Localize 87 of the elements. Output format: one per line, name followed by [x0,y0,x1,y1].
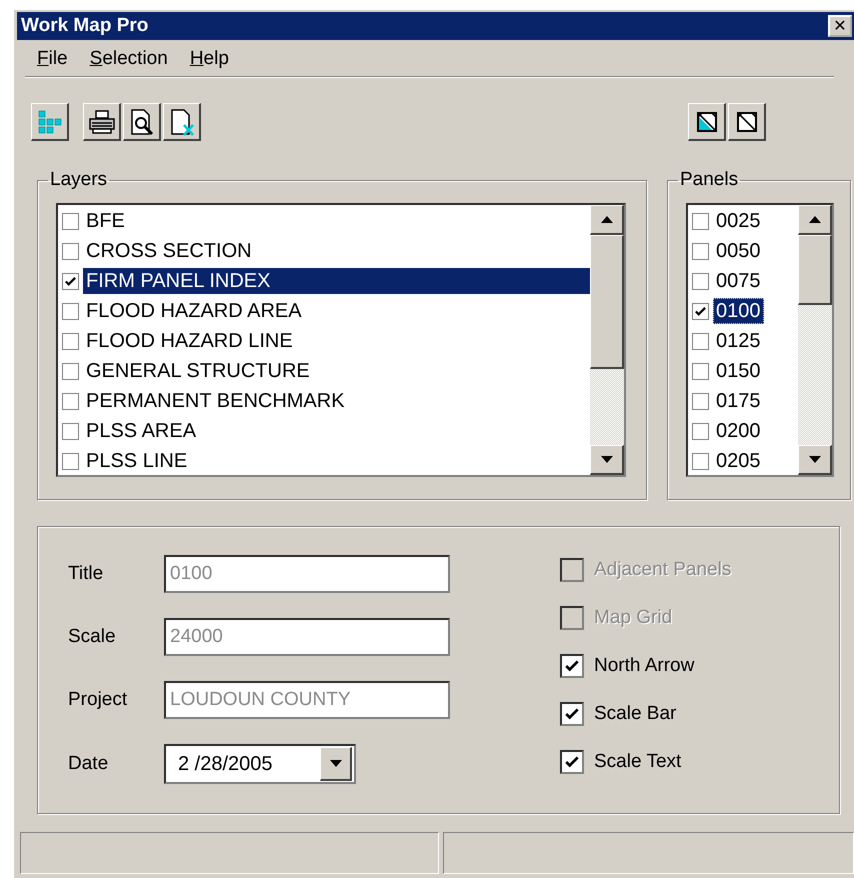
check-icon [564,706,580,722]
page-delete-icon [168,108,194,136]
field-label: Scale [68,626,117,648]
scroll-up-button[interactable] [590,205,624,235]
toolbar-button[interactable] [83,103,121,141]
list-item[interactable]: GENERAL STRUCTURE [83,358,590,384]
field-label: Project [68,689,128,711]
menu-item[interactable]: File [37,48,68,70]
close-button[interactable]: ✕ [828,15,852,37]
list-item[interactable]: 0100 [713,298,764,324]
up-arrow-icon [808,216,820,223]
scrollbar[interactable] [590,205,624,475]
check-icon [564,658,580,674]
checkbox[interactable] [62,362,79,380]
checkbox[interactable] [62,452,79,470]
down-arrow-icon [330,760,342,767]
checkbox[interactable] [692,392,709,410]
list-item[interactable]: PLSS AREA [83,418,590,444]
checkbox[interactable] [62,302,79,320]
checkbox[interactable] [62,212,79,230]
list-item[interactable]: 0150 [713,358,764,384]
toolbar-button[interactable] [31,103,69,141]
checkbox[interactable] [692,272,709,290]
print-preview-icon [128,108,154,136]
checkbox[interactable] [692,302,709,320]
checkbox[interactable] [692,362,709,380]
checkbox[interactable] [62,332,79,350]
toolbar-button[interactable] [688,103,726,141]
group-title: Layers [49,169,108,191]
checkbox-label: Scale Bar [594,703,676,725]
checkbox[interactable] [692,452,709,470]
checkbox[interactable] [560,654,584,678]
list-item[interactable]: PERMANENT BENCHMARK [83,388,590,414]
list-item[interactable]: 0205 [713,448,764,474]
dropdown-button[interactable] [320,747,352,781]
checkbox[interactable] [560,750,584,774]
scroll-thumb[interactable] [590,235,624,369]
diagonal-square-icon [736,110,758,132]
list-item[interactable]: CROSS SECTION [83,238,590,264]
checkbox-label: Adjacent Panels [594,559,732,581]
list-item[interactable]: 0175 [713,388,764,414]
checkbox-label: Scale Text [594,751,682,773]
menu-item[interactable]: Selection [90,48,168,70]
list-item[interactable]: 0025 [713,208,764,234]
checkbox[interactable] [692,212,709,230]
down-arrow-icon [600,456,612,463]
checkbox-label: Map Grid [594,607,672,629]
list-item[interactable]: PLSS LINE [83,448,590,474]
checkbox-label: North Arrow [594,655,694,677]
field-label: Date [68,753,110,775]
checkbox[interactable] [692,332,709,350]
list-item[interactable]: 0125 [713,328,764,354]
checkbox[interactable] [560,702,584,726]
checkbox[interactable] [62,242,79,260]
check-icon [64,274,77,288]
check-icon [564,754,580,770]
menu-item[interactable]: Help [190,48,229,70]
group-title: Panels [679,169,740,191]
date-picker[interactable]: 2 /28/2005 [164,744,356,784]
scroll-up-button[interactable] [798,205,832,235]
checkbox[interactable] [692,242,709,260]
scrollbar[interactable] [798,205,832,475]
list-item[interactable]: 0075 [713,268,764,294]
list-item[interactable]: 0050 [713,238,764,264]
toolbar-button[interactable] [728,103,766,141]
checkbox[interactable] [692,422,709,440]
window-title: Work Map Pro [21,15,148,37]
list-item[interactable]: BFE [83,208,590,234]
diagonal-square-icon [696,110,718,132]
printer-icon [88,108,116,134]
list-item[interactable]: 0200 [713,418,764,444]
field-label: Title [68,563,104,585]
checkbox[interactable] [62,272,79,290]
up-arrow-icon [600,216,612,223]
grid-icon [36,110,62,134]
list-item[interactable]: FIRM PANEL INDEX [83,268,590,294]
list-item[interactable]: FLOOD HAZARD AREA [83,298,590,324]
checkbox[interactable] [62,422,79,440]
scroll-thumb[interactable] [798,235,832,305]
check-icon [694,304,707,318]
scroll-down-button[interactable] [590,445,624,475]
down-arrow-icon [808,456,820,463]
toolbar-button[interactable] [163,103,201,141]
toolbar-button[interactable] [123,103,161,141]
list-item[interactable]: FLOOD HAZARD LINE [83,328,590,354]
scroll-down-button[interactable] [798,445,832,475]
checkbox[interactable] [62,392,79,410]
